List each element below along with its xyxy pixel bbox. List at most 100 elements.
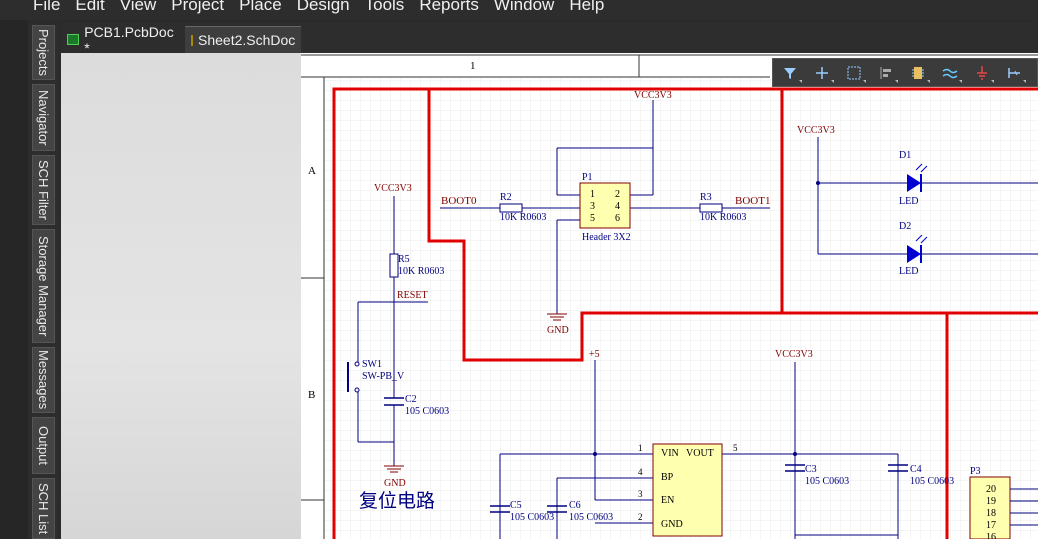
reg-pin-bp: BP bbox=[661, 472, 674, 483]
p1-name: Header 3X2 bbox=[582, 232, 631, 243]
menu-bar: File Edit View Project Place Design Tools Repor… bbox=[0, 0, 1038, 20]
menu-file[interactable]: File bbox=[33, 0, 60, 15]
reg-pin-gnd: GND bbox=[661, 519, 683, 530]
p3-pin-16: 16 bbox=[986, 532, 996, 539]
r5-value: 10K R0603 bbox=[398, 266, 444, 277]
menu-reports[interactable]: Reports bbox=[419, 0, 479, 15]
schematic-canvas[interactable]: 1 A B VCC3V3 BOOT0 BOOT1 R2 10K R0603 R3… bbox=[301, 53, 1038, 539]
side-tab-sch-filter[interactable]: SCH Filter bbox=[32, 155, 55, 225]
c6-value: 105 C0603 bbox=[569, 512, 613, 523]
menu-design[interactable]: Design bbox=[297, 0, 350, 15]
c2-ref: C2 bbox=[405, 394, 417, 405]
p3-pin-19: 19 bbox=[986, 496, 996, 507]
vcc-label-reg: VCC3V3 bbox=[775, 349, 813, 360]
side-tab-storage-manager[interactable]: Storage Manager bbox=[32, 229, 55, 343]
left-gutter bbox=[0, 20, 28, 539]
menu-view[interactable]: View bbox=[120, 0, 157, 15]
side-tab-output[interactable]: Output bbox=[32, 417, 55, 474]
side-tab-label: Storage Manager bbox=[36, 235, 51, 337]
column-marker: 1 bbox=[470, 60, 476, 72]
c2-value: 105 C0603 bbox=[405, 406, 449, 417]
c5-ref: C5 bbox=[510, 500, 522, 511]
d2-value: LED bbox=[899, 266, 918, 277]
reg-pin-vin: VIN bbox=[661, 448, 679, 459]
d1-ref: D1 bbox=[899, 150, 911, 161]
align-icon bbox=[880, 66, 891, 79]
p3-pin-17: 17 bbox=[986, 520, 996, 531]
side-tab-label: Navigator bbox=[36, 89, 51, 146]
c5-value: 105 C0603 bbox=[510, 512, 554, 523]
menu-window[interactable]: Window bbox=[494, 0, 554, 15]
p3-pin-18: 18 bbox=[986, 508, 996, 519]
tab-sheet2-label: Sheet2.SchDoc bbox=[198, 32, 296, 48]
r5-body[interactable] bbox=[389, 253, 399, 278]
reg-pinnum-1: 1 bbox=[638, 443, 643, 453]
reg-pinnum-5: 5 bbox=[733, 443, 738, 453]
reset-circuit-title: 复位电路 bbox=[359, 490, 435, 512]
tab-sheet2[interactable]: Sheet2.SchDoc bbox=[185, 26, 301, 53]
bus-entry-icon bbox=[1008, 67, 1020, 78]
filter-button[interactable] bbox=[779, 62, 802, 84]
align-button[interactable] bbox=[875, 62, 898, 84]
c3-ref: C3 bbox=[805, 464, 817, 475]
projects-panel bbox=[61, 53, 301, 539]
tab-pcb1[interactable]: PCB1.PcbDoc * bbox=[61, 24, 182, 56]
c4-value: 105 C0603 bbox=[910, 476, 954, 487]
wire-icon bbox=[942, 68, 958, 78]
r5-ref: R5 bbox=[398, 254, 410, 265]
side-tab-label: Messages bbox=[36, 350, 51, 410]
p1-ref: P1 bbox=[582, 172, 593, 183]
select-rect-button[interactable] bbox=[843, 62, 866, 84]
reg-pinnum-4: 4 bbox=[638, 467, 643, 477]
menu-project[interactable]: Project bbox=[171, 0, 224, 15]
reg-pinnum-3: 3 bbox=[638, 489, 643, 499]
r2-body[interactable] bbox=[499, 203, 523, 213]
sw1-ref: SW1 bbox=[362, 359, 382, 370]
r2-ref: R2 bbox=[500, 192, 512, 203]
r3-ref: R3 bbox=[700, 192, 712, 203]
filter-icon bbox=[784, 67, 796, 79]
r3-body[interactable] bbox=[699, 203, 723, 213]
d1-value: LED bbox=[899, 196, 918, 207]
plus5-label: +5 bbox=[589, 349, 600, 360]
p1-pin-2: 2 bbox=[615, 189, 620, 200]
d2-ref: D2 bbox=[899, 221, 911, 232]
menu-tools[interactable]: Tools bbox=[365, 0, 405, 15]
vcc-label-led: VCC3V3 bbox=[797, 125, 835, 136]
crosshair-icon bbox=[816, 66, 828, 79]
gnd-label-boot: GND bbox=[547, 325, 569, 336]
side-tab-messages[interactable]: Messages bbox=[32, 347, 55, 413]
c4-ref: C4 bbox=[910, 464, 922, 475]
c3-value: 105 C0603 bbox=[805, 476, 849, 487]
row-marker-a: A bbox=[308, 165, 316, 177]
reset-net-label: RESET bbox=[397, 290, 428, 301]
boot1-label: BOOT1 bbox=[735, 195, 770, 207]
component-button[interactable] bbox=[907, 62, 930, 84]
bus-entry-button[interactable] bbox=[1003, 62, 1026, 84]
boot0-label: BOOT0 bbox=[441, 195, 477, 207]
side-tab-sch-list[interactable]: SCH List bbox=[32, 478, 55, 539]
power-port-button[interactable] bbox=[971, 62, 994, 84]
sw1-value: SW-PB_V bbox=[362, 371, 405, 382]
menu-edit[interactable]: Edit bbox=[75, 0, 104, 15]
p1-pin-1: 1 bbox=[590, 189, 595, 200]
side-tab-navigator[interactable]: Navigator bbox=[32, 84, 55, 151]
gnd-label-reset: GND bbox=[384, 478, 406, 489]
p1-pin-3: 3 bbox=[590, 201, 595, 212]
side-tab-label: Projects bbox=[36, 29, 51, 76]
wire-button[interactable] bbox=[939, 62, 962, 84]
crosshair-button[interactable] bbox=[811, 62, 834, 84]
document-tab-bar: PCB1.PcbDoc * Sheet2.SchDoc bbox=[61, 22, 1038, 56]
side-tab-projects[interactable]: Projects bbox=[32, 25, 55, 80]
p1-body[interactable] bbox=[579, 182, 631, 229]
menu-place[interactable]: Place bbox=[239, 0, 282, 15]
p1-pin-5: 5 bbox=[590, 213, 595, 224]
vcc-label-boot: VCC3V3 bbox=[634, 90, 672, 101]
p3-ref: P3 bbox=[970, 466, 981, 477]
vcc-label-reset: VCC3V3 bbox=[374, 183, 412, 194]
p1-pin-4: 4 bbox=[615, 201, 620, 212]
reg-pin-en: EN bbox=[661, 495, 674, 506]
menu-help[interactable]: Help bbox=[569, 0, 604, 15]
r3-value: 10K R0603 bbox=[700, 212, 746, 223]
r2-value: 10K R0603 bbox=[500, 212, 546, 223]
